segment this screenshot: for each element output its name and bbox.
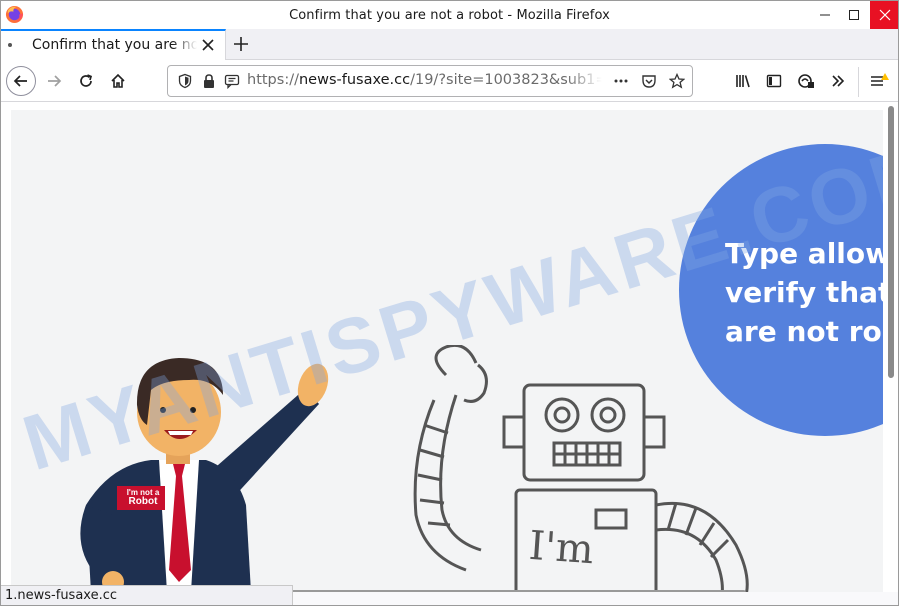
- tab-close-icon[interactable]: [200, 37, 216, 53]
- tab-favicon-icon: [8, 43, 12, 47]
- reload-icon: [80, 74, 93, 87]
- scrollbar-thumb[interactable]: [888, 106, 894, 378]
- extension-icon: [798, 74, 814, 88]
- navigation-toolbar: https://news-fusaxe.cc/19/?site=1003823&…: [1, 60, 898, 102]
- web-page: Type allow to verify that you are not ro…: [11, 110, 883, 592]
- maximize-button[interactable]: [839, 1, 868, 29]
- reload-button[interactable]: [72, 67, 100, 95]
- tab-title: Confirm that you are not a robot: [32, 37, 197, 53]
- robot-sign-text: I'm: [527, 522, 596, 574]
- url-bar[interactable]: https://news-fusaxe.cc/19/?site=1003823&…: [167, 65, 693, 97]
- minimize-icon: [819, 14, 830, 16]
- url-path: /19/?site=1003823&sub1=...: [410, 72, 602, 88]
- window-title: Confirm that you are not a robot - Mozil…: [289, 7, 610, 23]
- overflow-button[interactable]: [824, 67, 852, 95]
- url-host: news-fusaxe.cc: [298, 72, 411, 88]
- app-menu-button[interactable]: [865, 67, 893, 95]
- tab-strip: Confirm that you are not a robot: [1, 29, 898, 60]
- status-bar: 1.news-fusaxe.cc: [1, 585, 293, 605]
- page-actions-icon[interactable]: [613, 73, 629, 89]
- permissions-icon[interactable]: [224, 73, 240, 89]
- browser-window: Confirm that you are not a robot - Mozil…: [0, 0, 899, 606]
- close-icon: [879, 9, 890, 21]
- back-button[interactable]: [6, 66, 36, 96]
- badge-line: Robot: [128, 496, 158, 507]
- library-button[interactable]: [730, 67, 758, 95]
- toolbar-separator: [858, 67, 859, 97]
- pocket-icon[interactable]: [641, 73, 657, 89]
- forward-arrow-icon: [48, 75, 62, 87]
- sidebar-icon: [766, 74, 782, 88]
- url-scheme: https://: [247, 72, 299, 88]
- horizontal-scrollbar-thumb[interactable]: [291, 590, 746, 592]
- url-text[interactable]: https://news-fusaxe.cc/19/?site=1003823&…: [247, 72, 602, 88]
- extension-button[interactable]: [792, 67, 820, 95]
- minimize-button[interactable]: [810, 1, 839, 29]
- tab-active[interactable]: Confirm that you are not a robot: [1, 29, 226, 60]
- close-window-button[interactable]: [870, 1, 898, 29]
- back-arrow-icon: [13, 75, 27, 87]
- message-line: verify that you: [725, 276, 883, 309]
- firefox-logo-icon: [5, 5, 24, 24]
- maximize-icon: [848, 10, 859, 20]
- vertical-scrollbar[interactable]: [885, 102, 898, 592]
- bookmark-star-icon[interactable]: [669, 73, 685, 89]
- library-icon: [736, 75, 750, 88]
- robot-badge: I'm not a Robot: [121, 488, 165, 507]
- forward-button[interactable]: [40, 67, 68, 95]
- lock-icon[interactable]: [201, 73, 217, 89]
- new-tab-icon[interactable]: [232, 35, 250, 53]
- hamburger-menu-icon: [871, 73, 889, 86]
- home-icon: [111, 73, 125, 88]
- title-bar: Confirm that you are not a robot - Mozil…: [1, 1, 898, 29]
- page-viewport: Type allow to verify that you are not ro…: [1, 102, 898, 592]
- tracking-shield-icon[interactable]: [177, 73, 193, 89]
- sidebar-button[interactable]: [760, 67, 788, 95]
- home-button[interactable]: [104, 67, 132, 95]
- chevron-double-right-icon: [832, 75, 845, 87]
